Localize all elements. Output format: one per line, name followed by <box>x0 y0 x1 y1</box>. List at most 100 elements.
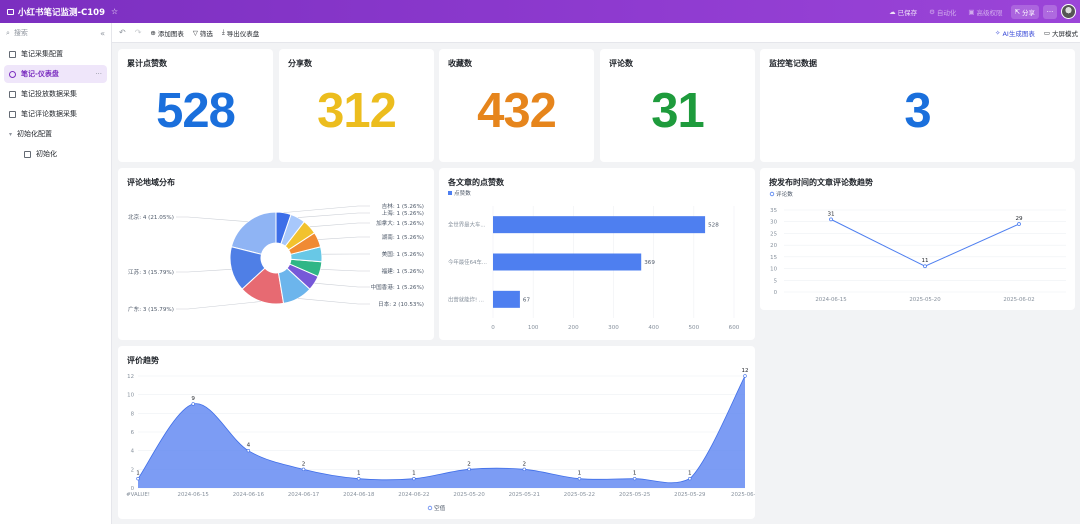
data-point <box>412 476 416 481</box>
table-icon <box>24 150 31 158</box>
area-chart-card[interactable]: 评价趋势 0 2 4 6 8 10 12 1 #VALUE! 9 2024-06-15 4 2024-0… <box>118 346 755 519</box>
chevron-down-icon[interactable]: ▾ <box>9 131 12 138</box>
data-label: 4 <box>247 443 251 449</box>
data-point <box>688 476 692 481</box>
data-label: 1 <box>633 471 637 477</box>
data-point <box>301 467 306 472</box>
sidebar-item-init[interactable]: 初始化 <box>4 145 107 163</box>
data-label: 29 <box>1015 216 1023 222</box>
ai-chart-button[interactable]: ✧ AI生成图表 <box>995 28 1035 38</box>
pie-slice-label: 福建: 1 (5.26%) <box>382 267 424 275</box>
x-tick-label: 200 <box>568 325 579 331</box>
kpi-value: 528 <box>156 84 236 138</box>
data-point <box>357 476 361 481</box>
x-tick-label: 2025-05-25 <box>619 492 650 498</box>
export-dashboard-button[interactable]: ⤓ 导出仪表盘 <box>222 28 259 38</box>
sidebar-nav: 笔记采集配置 笔记-仪表盘 ··· 笔记投放数据采集 笔记评论数据采集 ▾ 初始化配… <box>0 43 111 167</box>
sparkle-icon: ✧ <box>995 29 1001 37</box>
automation-button[interactable]: ⚙ 自动化 <box>925 5 960 19</box>
legend-marker <box>427 505 433 511</box>
pie-leader-line <box>283 205 370 213</box>
sidebar-item-ad-data[interactable]: 笔记投放数据采集 <box>4 85 107 103</box>
bar-value-label: 369 <box>644 260 655 266</box>
kpi-card-favorites[interactable]: 收藏数 432 <box>439 49 594 162</box>
data-point <box>632 476 637 481</box>
bar <box>493 290 520 308</box>
sidebar-item-collect-config[interactable]: 笔记采集配置 <box>4 45 107 63</box>
x-tick-label: 600 <box>729 325 740 331</box>
legend-label: 点赞数 <box>454 189 471 197</box>
sidebar-item-init-config[interactable]: ▾ 初始化配置 <box>4 125 107 143</box>
x-tick-label: 100 <box>528 325 539 331</box>
kpi-card-comments[interactable]: 评论数 31 <box>600 49 755 162</box>
more-options-icon[interactable]: ··· <box>95 70 102 78</box>
bar <box>493 216 706 234</box>
y-category-label: 出营就能炸! ... <box>448 295 484 303</box>
pie-leader-line <box>297 298 370 305</box>
line-chart: 评论数 0 5 10 15 20 25 30 35 31 2024-06-15 11 2025-05-2… <box>769 190 1066 303</box>
pie-slice-label: 中国香港: 1 (5.26%) <box>370 283 424 291</box>
bar <box>493 253 642 271</box>
share-icon: ⇱ <box>1014 7 1020 16</box>
cloud-icon: ☁ <box>889 7 896 16</box>
pie-leader-line <box>314 282 370 288</box>
bar-value-label: 528 <box>708 223 719 229</box>
redo-icon[interactable]: ↷ <box>135 28 142 37</box>
kpi-value: 432 <box>477 84 557 138</box>
pie-leader-line <box>176 301 262 310</box>
advanced-permission-button[interactable]: ▣ 高级权限 <box>964 5 1006 19</box>
kpi-card-shares[interactable]: 分享数 312 <box>279 49 434 162</box>
sidebar-search[interactable]: ⌕ 搜索 « <box>0 23 111 43</box>
pie-leader-line <box>297 212 370 218</box>
share-button[interactable]: ⇱ 分享 <box>1010 4 1039 19</box>
data-point <box>743 374 747 378</box>
data-label: 1 <box>357 471 361 477</box>
x-tick-label: 2024-06-17 <box>288 492 319 498</box>
sidebar-item-dashboard[interactable]: 笔记-仪表盘 ··· <box>4 65 107 83</box>
x-tick-label: 2025-05-21 <box>509 492 540 498</box>
bar-value-label: 67 <box>523 297 531 303</box>
undo-icon[interactable]: ↶ <box>119 28 126 37</box>
area-chart: 0246810121#VALUE!92024-06-1542024-06-162… <box>126 368 755 512</box>
x-tick-label: 2024-06-16 <box>233 492 265 498</box>
x-tick-label: 2025-05-20 <box>453 492 485 498</box>
data-label: 1 <box>412 471 416 477</box>
star-icon[interactable]: ☆ <box>111 7 118 16</box>
kpi-card-likes[interactable]: 累计点赞数 528 <box>118 49 273 162</box>
kpi-title: 累计点赞数 <box>127 59 167 68</box>
lock-icon: ▣ <box>968 7 975 16</box>
kpi-title: 收藏数 <box>448 59 472 68</box>
bar-chart-card[interactable]: 各文章的点赞数 点赞数 0 100 200 300 400 500 600 528 全世界最大车.… <box>439 168 755 340</box>
big-screen-button[interactable]: ▭ 大屏模式 <box>1044 28 1078 38</box>
kpi-card-monitored-notes[interactable]: 监控笔记数据 3 <box>760 49 1075 162</box>
pie-leader-line <box>176 268 232 273</box>
sidebar-item-comment-data[interactable]: 笔记评论数据采集 <box>4 105 107 123</box>
kpi-title: 监控笔记数据 <box>769 59 817 68</box>
add-chart-button[interactable]: ⊕ 添加图表 <box>150 28 183 38</box>
x-tick-label: 500 <box>688 325 699 331</box>
pie-slice-label: 湖南: 1 (5.26%) <box>382 233 424 241</box>
top-bar: 小红书笔记监测-C109 ☆ ☁ 已保存 ⚙ 自动化 ▣ 高级权限 ⇱ 分享 ··· <box>0 0 1080 23</box>
legend-marker <box>769 191 775 197</box>
more-button[interactable]: ··· <box>1043 4 1057 19</box>
data-point <box>1017 222 1021 226</box>
y-tick-label: 4 <box>131 449 135 455</box>
data-point <box>191 402 195 406</box>
pie-chart-card[interactable]: 评论地域分布 北京: 4 (21.05%) 江苏: 3 (15.79%) 广东: 3… <box>118 168 434 340</box>
dashboard-icon <box>9 70 16 78</box>
y-tick-label: 12 <box>127 374 134 380</box>
avatar[interactable] <box>1061 4 1076 19</box>
search-input[interactable]: 搜索 <box>14 28 28 38</box>
data-label: 31 <box>827 211 835 217</box>
data-label: 12 <box>741 368 748 374</box>
y-category-label: 今年最佳64车... <box>448 258 487 266</box>
data-label: 11 <box>921 258 929 264</box>
x-tick-label: 2025-05-20 <box>909 297 941 303</box>
collapse-sidebar-icon[interactable]: « <box>100 29 105 38</box>
filter-button[interactable]: ▽ 筛选 <box>193 28 213 38</box>
line-chart-card[interactable]: 按发布时间的文章评论数趋势 评论数 0 5 10 15 20 25 30 35 31 2024-06… <box>760 168 1075 310</box>
x-tick-label: 2025-05-22 <box>564 492 595 498</box>
x-tick-label: 400 <box>648 325 659 331</box>
app-title[interactable]: 小红书笔记监测-C109 ☆ <box>0 6 118 18</box>
y-tick-label: 0 <box>774 290 778 296</box>
